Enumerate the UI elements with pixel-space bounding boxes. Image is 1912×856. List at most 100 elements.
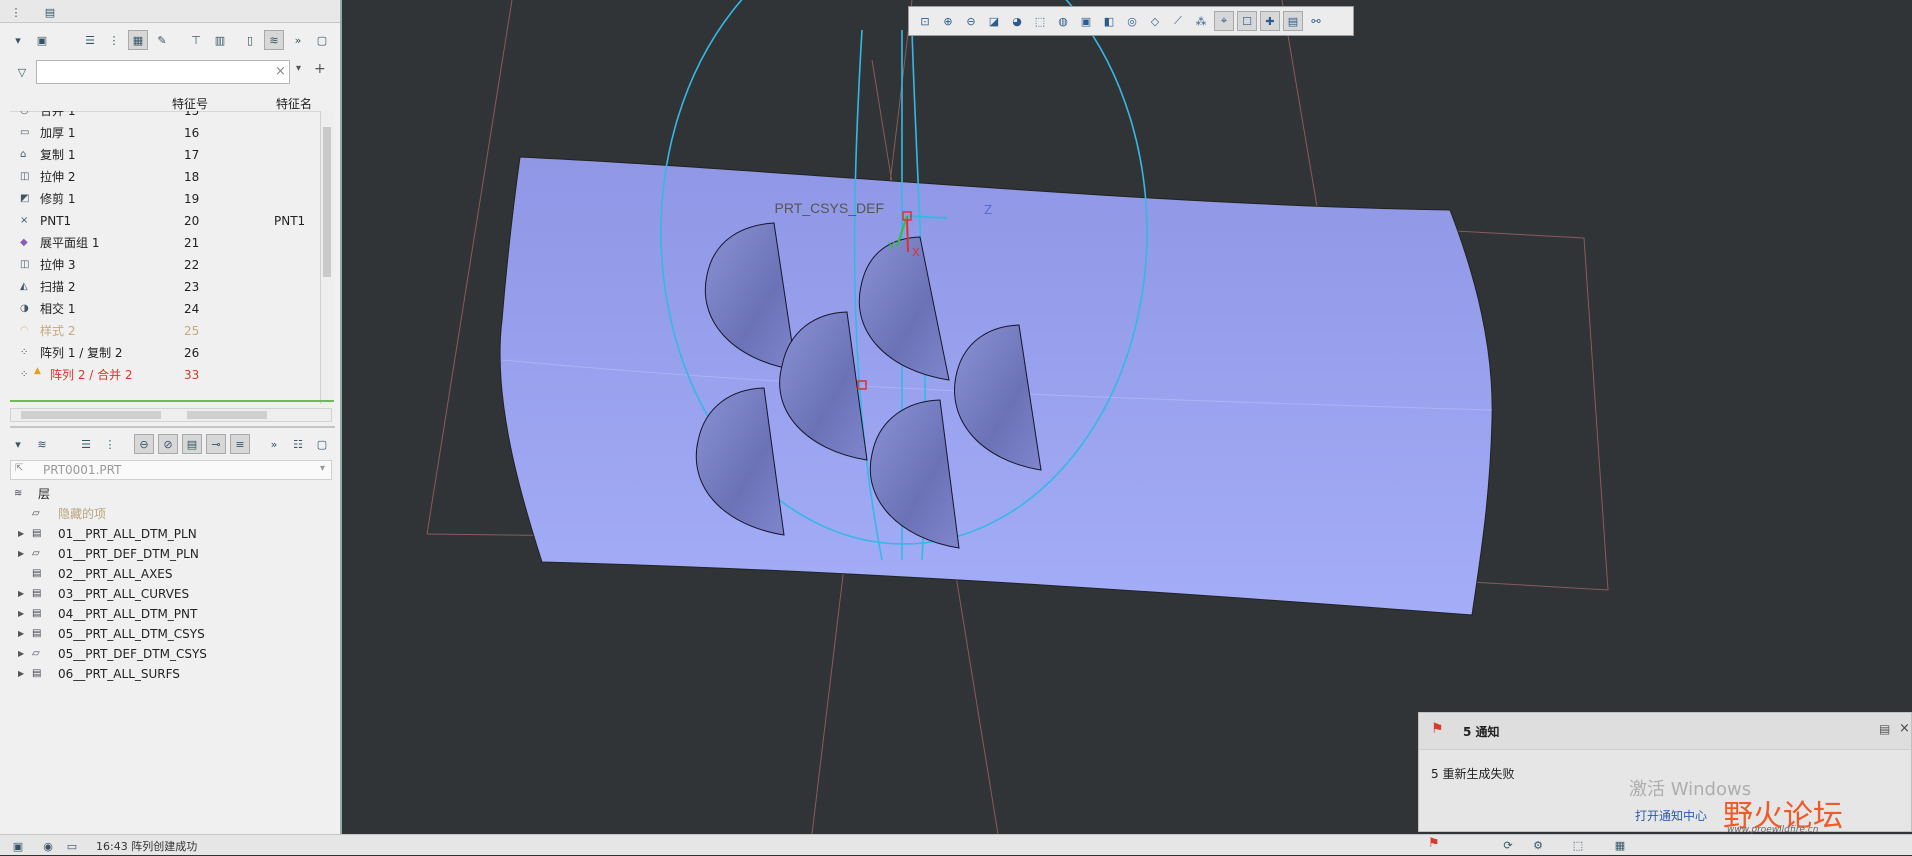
graphics-viewport[interactable]: Z X Y PRT_CSYS_DEF ⊡ ⊕ ⊖ ◪ ◕ ⬚ ◍ ▣ ◧ ◎ ◇…: [342, 0, 1912, 834]
layer-hide-icon[interactable]: ⊘: [158, 434, 178, 454]
grid-icon[interactable]: ▦: [1610, 835, 1630, 855]
layer-item[interactable]: ▶ ▤ 04__PRT_ALL_DTM_PNT: [10, 604, 330, 624]
window-icon[interactable]: ▣: [8, 836, 28, 856]
filter-icon[interactable]: ▽: [12, 62, 32, 82]
layout-icon[interactable]: ▭: [62, 836, 82, 856]
expand-icon[interactable]: ▶: [18, 644, 24, 664]
model-tree-tab-icon[interactable]: ⋮: [6, 2, 26, 22]
layer-settings-icon[interactable]: ☷: [288, 434, 308, 454]
layer-select-icon[interactable]: ⊸: [206, 434, 226, 454]
tree-row[interactable]: ⁘ 阵列 1 / 复制 2 26: [10, 342, 320, 364]
column-feature-id[interactable]: 特征号: [172, 95, 208, 112]
globe-icon[interactable]: ◉: [38, 836, 58, 856]
note-icon[interactable]: ✎: [152, 30, 172, 50]
layer-item[interactable]: ▶ ▱ 05__PRT_DEF_DTM_CSYS: [10, 644, 330, 664]
more-icon[interactable]: »: [288, 30, 308, 50]
layer-item[interactable]: ▶ ▱ 01__PRT_DEF_DTM_PLN: [10, 544, 330, 564]
collapse-icon[interactable]: ▾: [8, 30, 28, 50]
tree-horizontal-scrollbar[interactable]: [10, 408, 332, 422]
left-panel: ⋮ ▤ ▾ ▣ ☰ ⋮ ▦ ✎ ⊤ ▥ ▯ ≋ » ▢ ▽ × ▾ + 特征号 …: [0, 0, 342, 834]
list-icon[interactable]: ⋮: [100, 434, 120, 454]
more-icon[interactable]: »: [264, 434, 284, 454]
extrude-icon: ◫: [20, 171, 30, 182]
tree-vertical-scrollbar[interactable]: [320, 111, 333, 404]
tree-row[interactable]: ◑ 相交 1 24: [10, 298, 320, 320]
tree-row[interactable]: ⌂ 复制 1 17: [10, 144, 320, 166]
selection-box-icon[interactable]: ⬚: [1568, 835, 1588, 855]
add-filter-icon[interactable]: +: [314, 61, 326, 77]
collapse-icon[interactable]: ▾: [8, 434, 28, 454]
page-icon[interactable]: ▢: [312, 434, 332, 454]
view-manager-icon[interactable]: ◍: [1053, 11, 1073, 31]
expand-icon[interactable]: ▶: [18, 604, 24, 624]
annotation-display-icon[interactable]: ☐: [1237, 11, 1257, 31]
regen-icon[interactable]: ⟳: [1498, 835, 1518, 855]
flag-icon[interactable]: ⚑: [1428, 836, 1440, 851]
point-display-icon[interactable]: ⁂: [1191, 11, 1211, 31]
expand-icon[interactable]: ▶: [18, 544, 24, 564]
layer-item[interactable]: ▱ 隐藏的项: [10, 504, 330, 524]
tree-columns-icon[interactable]: ☰: [80, 30, 100, 50]
layer-show-icon[interactable]: ⊖: [134, 434, 154, 454]
zoom-in-icon[interactable]: ⊕: [938, 11, 958, 31]
expand-icon[interactable]: ▶: [18, 624, 24, 644]
network-icon[interactable]: ⚯: [1306, 11, 1326, 31]
layer-isolate-icon[interactable]: ▤: [182, 434, 202, 454]
folder-browser-tab-icon[interactable]: ▤: [40, 2, 60, 22]
show-icon[interactable]: ▯: [240, 30, 260, 50]
panel-splitter[interactable]: [10, 426, 335, 428]
table-icon[interactable]: ▦: [128, 30, 148, 50]
layers-icon[interactable]: ≋: [264, 30, 284, 50]
clear-search-icon[interactable]: ×: [275, 64, 286, 79]
search-dropdown-icon[interactable]: ▾: [296, 63, 301, 74]
list-icon[interactable]: ⋮: [104, 30, 124, 50]
model-view[interactable]: Z X Y PRT_CSYS_DEF: [342, 0, 1912, 834]
display-style-icon[interactable]: ◕: [1007, 11, 1027, 31]
perspective-icon[interactable]: ▣: [1076, 11, 1096, 31]
tree-row[interactable]: ◠ 样式 2 25: [10, 320, 320, 342]
open-notification-center-link[interactable]: 打开通知中心: [1635, 807, 1707, 824]
section-icon[interactable]: ◧: [1099, 11, 1119, 31]
tree-row[interactable]: ▭ 加厚 1 16: [10, 122, 320, 144]
layers-icon[interactable]: ≋: [32, 434, 52, 454]
notification-doc-icon[interactable]: ▤: [1879, 722, 1890, 736]
zoom-out-icon[interactable]: ⊖: [961, 11, 981, 31]
saved-views-icon[interactable]: ⬚: [1030, 11, 1050, 31]
refit-icon[interactable]: ⊡: [915, 11, 935, 31]
layer-item[interactable]: ▶ ▤ 06__PRT_ALL_SURFS: [10, 664, 330, 684]
axis-display-icon[interactable]: ⟋: [1168, 11, 1188, 31]
layer-item[interactable]: ▶ ▤ 03__PRT_ALL_CURVES: [10, 584, 330, 604]
page-icon[interactable]: ▢: [312, 30, 332, 50]
filter-tree-icon[interactable]: ⊤: [186, 30, 206, 50]
expand-icon[interactable]: ▶: [18, 664, 24, 684]
tree-row[interactable]: ◭ 扫描 2 23: [10, 276, 320, 298]
plane-display-icon[interactable]: ◇: [1145, 11, 1165, 31]
search-input[interactable]: [36, 60, 290, 84]
settings-icon[interactable]: ▥: [210, 30, 230, 50]
repaint-icon[interactable]: ◪: [984, 11, 1004, 31]
expand-icon[interactable]: ▶: [18, 524, 24, 544]
tree-row[interactable]: ◔ 合并 1 15: [10, 111, 320, 122]
display-more-icon[interactable]: ▤: [1283, 11, 1303, 31]
tree-columns-icon[interactable]: ☰: [76, 434, 96, 454]
close-icon[interactable]: ×: [1899, 721, 1910, 736]
filter-icon[interactable]: ⚙: [1528, 835, 1548, 855]
tree-row[interactable]: ◫ 拉伸 2 18: [10, 166, 320, 188]
layer-root[interactable]: ≋ 层: [10, 484, 330, 504]
csys-display-icon[interactable]: ⌖: [1214, 11, 1234, 31]
spin-center-icon[interactable]: ✚: [1260, 11, 1280, 31]
expand-icon[interactable]: ▶: [18, 584, 24, 604]
tree-row[interactable]: ⁘ ▲ 阵列 2 / 合并 2 33: [10, 364, 320, 386]
appearance-icon[interactable]: ◎: [1122, 11, 1142, 31]
tree-row[interactable]: ◫ 拉伸 3 22: [10, 254, 320, 276]
active-part-select[interactable]: ⇱ PRT0001.PRT ▾: [10, 460, 332, 480]
tree-row[interactable]: ◆ 展平面组 1 21: [10, 232, 320, 254]
part-icon[interactable]: ▣: [32, 30, 52, 50]
layer-item[interactable]: ▶ ▤ 01__PRT_ALL_DTM_PLN: [10, 524, 330, 544]
layer-props-icon[interactable]: ≡: [230, 434, 250, 454]
tree-row[interactable]: × PNT1 20 PNT1: [10, 210, 320, 232]
tree-row[interactable]: ◩ 修剪 1 19: [10, 188, 320, 210]
layer-item[interactable]: ▶ ▤ 05__PRT_ALL_DTM_CSYS: [10, 624, 330, 644]
column-feature-name[interactable]: 特征名: [276, 95, 312, 112]
layer-item[interactable]: ▤ 02__PRT_ALL_AXES: [10, 564, 330, 584]
